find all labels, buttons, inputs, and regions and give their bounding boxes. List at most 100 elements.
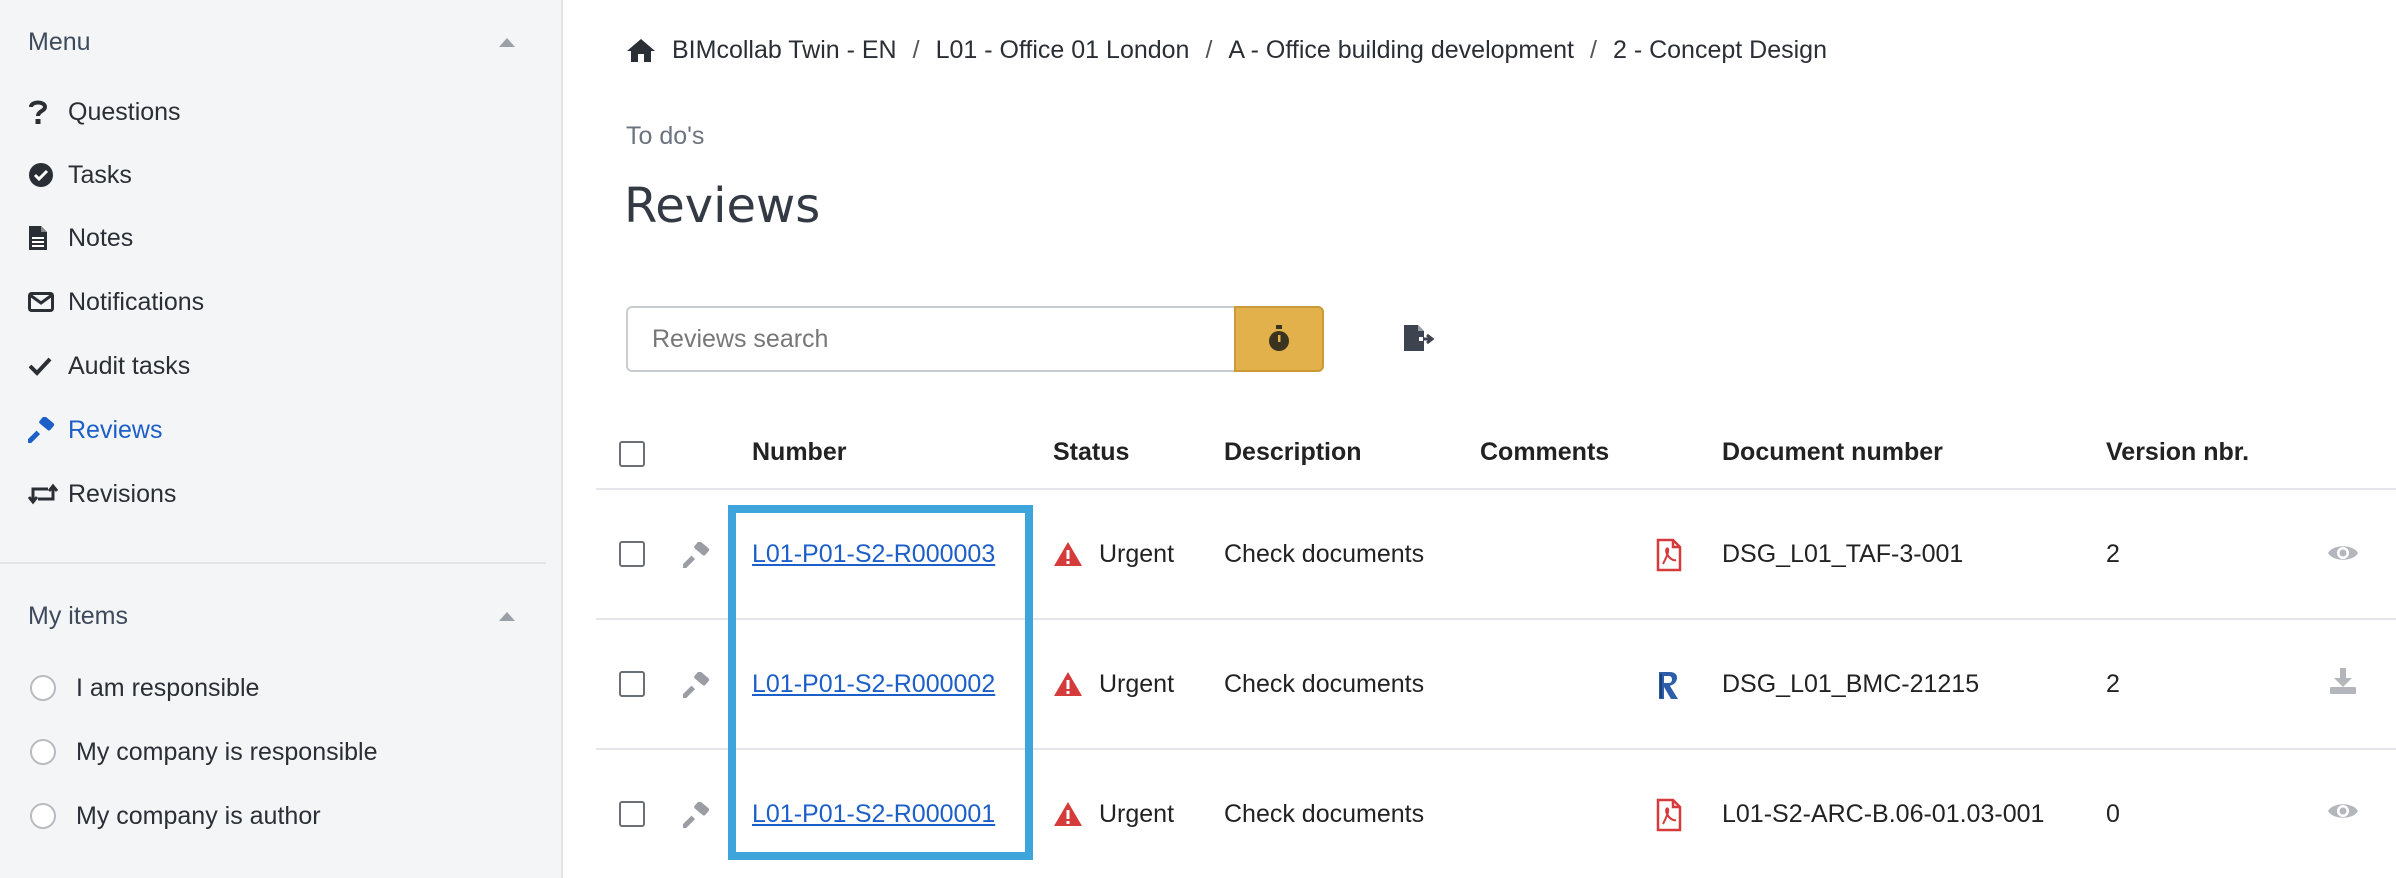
warning-icon: [1054, 802, 1082, 826]
warning-icon: [1054, 672, 1082, 696]
column-header-description[interactable]: Description: [1224, 432, 1362, 472]
pdf-icon[interactable]: [1652, 536, 1686, 574]
review-number-link[interactable]: L01-P01-S2-R000002: [752, 664, 995, 704]
column-header-comments[interactable]: Comments: [1480, 432, 1609, 472]
sidebar-item-notifications[interactable]: Notifications: [28, 282, 204, 322]
export-button[interactable]: [1398, 318, 1438, 358]
review-number-link[interactable]: L01-P01-S2-R000003: [752, 534, 995, 574]
sidebar-item-label: Notifications: [68, 287, 205, 316]
stopwatch-icon: [1269, 325, 1289, 351]
document-number-cell: L01-S2-ARC-B.06-01.03-001: [1722, 799, 2045, 828]
breadcrumb-separator: /: [912, 35, 920, 64]
column-header-version[interactable]: Version nbr.: [2106, 432, 2249, 472]
menu-section-header[interactable]: Menu: [28, 22, 521, 62]
row-checkbox[interactable]: [619, 671, 645, 697]
reviews-search-input[interactable]: [626, 306, 1236, 372]
sidebar-item-audit-tasks[interactable]: Audit tasks: [28, 346, 190, 386]
row-divider: [596, 618, 2396, 620]
filter-my-company-responsible[interactable]: My company is responsible: [30, 732, 378, 772]
status-cell: Urgent: [1053, 794, 1174, 834]
breadcrumb-separator: /: [1590, 35, 1597, 64]
sidebar-item-reviews[interactable]: Reviews: [28, 410, 162, 450]
hammer-icon[interactable]: [680, 668, 714, 702]
radio-button[interactable]: [30, 803, 56, 829]
pdf-icon[interactable]: [1652, 796, 1686, 834]
document-number-cell: DSG_L01_TAF-3-001: [1722, 539, 1964, 568]
envelope-icon: [28, 292, 60, 312]
collapse-caret-icon[interactable]: [499, 611, 515, 621]
sidebar-item-label: Questions: [68, 97, 181, 126]
sidebar-divider: [0, 562, 546, 564]
page-title: Reviews: [624, 178, 821, 234]
radio-button[interactable]: [30, 675, 56, 701]
warning-icon: [1054, 542, 1082, 566]
timer-filter-button[interactable]: [1234, 306, 1324, 372]
review-number-text[interactable]: L01-P01-S2-R000003: [752, 540, 995, 569]
sidebar-item-notes[interactable]: Notes: [28, 218, 133, 258]
check-circle-icon: [28, 162, 60, 188]
checkmark-icon: [28, 356, 60, 376]
filter-my-company-author[interactable]: My company is author: [30, 796, 321, 836]
table-header-divider: [596, 488, 2396, 490]
home-icon[interactable]: [626, 37, 656, 63]
sidebar-item-questions[interactable]: Questions: [28, 92, 181, 132]
radio-button[interactable]: [30, 739, 56, 765]
version-cell: 0: [2106, 799, 2120, 828]
sidebar-item-revisions[interactable]: Revisions: [28, 474, 176, 514]
breadcrumb-separator: /: [1205, 35, 1213, 64]
revit-icon[interactable]: [1652, 666, 1686, 704]
description-cell: Check documents: [1224, 799, 1425, 828]
review-number-text[interactable]: L01-P01-S2-R000002: [752, 670, 995, 699]
breadcrumb: BIMcollab Twin - EN / L01 - Office 01 Lo…: [626, 30, 1827, 70]
menu-section-title: Menu: [28, 27, 91, 56]
filter-i-am-responsible[interactable]: I am responsible: [30, 668, 259, 708]
retweet-icon: [28, 483, 60, 505]
breadcrumb-item[interactable]: L01 - Office 01 London: [936, 36, 1190, 65]
description-cell: Check documents: [1224, 669, 1425, 698]
hammer-icon[interactable]: [680, 798, 714, 832]
status-cell: Urgent: [1053, 534, 1174, 574]
version-cell: 2: [2106, 669, 2120, 698]
sidebar-item-label: Reviews: [68, 415, 163, 444]
sidebar-item-tasks[interactable]: Tasks: [28, 155, 132, 195]
row-checkbox[interactable]: [619, 541, 645, 567]
row-divider: [596, 748, 2396, 750]
column-header-number[interactable]: Number: [752, 432, 846, 472]
status-text: Urgent: [1099, 539, 1175, 568]
breadcrumb-item[interactable]: A - Office building development: [1228, 36, 1574, 65]
filter-label: I am responsible: [76, 673, 260, 702]
my-items-section-header[interactable]: My items: [28, 596, 521, 636]
sidebar-item-label: Audit tasks: [68, 351, 191, 380]
hammer-icon[interactable]: [680, 538, 714, 572]
download-icon[interactable]: [2324, 664, 2362, 698]
page-subtitle: To do's: [626, 122, 705, 150]
eye-icon[interactable]: [2324, 796, 2362, 826]
document-number-cell: DSG_L01_BMC-21215: [1722, 669, 1980, 698]
question-icon: [28, 99, 60, 125]
version-cell: 2: [2106, 539, 2120, 568]
my-items-section-title: My items: [28, 601, 128, 630]
sidebar: Menu Questions Tasks Notes Notifications…: [0, 0, 563, 878]
row-checkbox[interactable]: [619, 801, 645, 827]
filter-label: My company is author: [76, 801, 321, 830]
description-cell: Check documents: [1224, 539, 1425, 568]
review-number-text[interactable]: L01-P01-S2-R000001: [752, 800, 995, 829]
document-icon: [28, 225, 60, 251]
breadcrumb-item[interactable]: 2 - Concept Design: [1613, 36, 1827, 65]
column-header-document-number[interactable]: Document number: [1722, 432, 1943, 472]
select-all-checkbox[interactable]: [619, 441, 645, 467]
column-header-status[interactable]: Status: [1053, 432, 1129, 472]
status-text: Urgent: [1099, 669, 1175, 698]
eye-icon[interactable]: [2324, 538, 2362, 568]
sidebar-item-label: Tasks: [68, 160, 132, 189]
review-number-link[interactable]: L01-P01-S2-R000001: [752, 794, 995, 834]
status-cell: Urgent: [1053, 664, 1174, 704]
collapse-caret-icon[interactable]: [499, 37, 515, 47]
hammer-icon: [28, 417, 60, 443]
sidebar-item-label: Notes: [68, 223, 134, 252]
sidebar-item-label: Revisions: [68, 479, 177, 508]
filter-label: My company is responsible: [76, 737, 378, 766]
status-text: Urgent: [1099, 799, 1175, 828]
export-file-icon: [1404, 325, 1434, 351]
breadcrumb-item[interactable]: BIMcollab Twin - EN: [672, 36, 897, 65]
